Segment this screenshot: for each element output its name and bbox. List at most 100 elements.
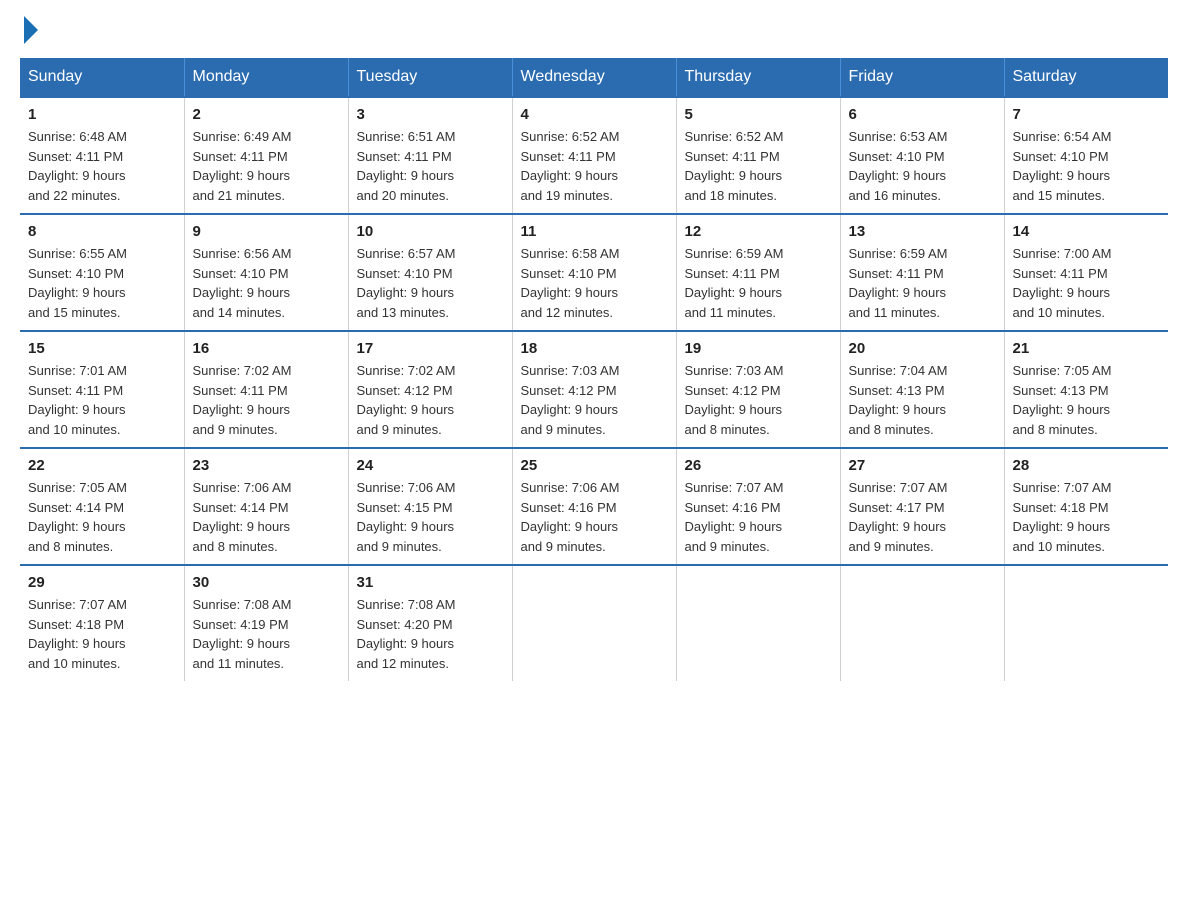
day-cell: 28 Sunrise: 7:07 AM Sunset: 4:18 PM Dayl… xyxy=(1004,448,1168,565)
day-cell: 22 Sunrise: 7:05 AM Sunset: 4:14 PM Dayl… xyxy=(20,448,184,565)
day-info: Sunrise: 7:07 AM Sunset: 4:16 PM Dayligh… xyxy=(685,478,832,556)
day-info: Sunrise: 6:48 AM Sunset: 4:11 PM Dayligh… xyxy=(28,127,176,205)
day-info: Sunrise: 7:05 AM Sunset: 4:13 PM Dayligh… xyxy=(1013,361,1161,439)
day-cell: 9 Sunrise: 6:56 AM Sunset: 4:10 PM Dayli… xyxy=(184,214,348,331)
day-number: 30 xyxy=(193,574,340,591)
day-number: 31 xyxy=(357,574,504,591)
day-number: 19 xyxy=(685,340,832,357)
day-number: 8 xyxy=(28,223,176,240)
day-info: Sunrise: 6:58 AM Sunset: 4:10 PM Dayligh… xyxy=(521,244,668,322)
day-number: 9 xyxy=(193,223,340,240)
day-number: 1 xyxy=(28,106,176,123)
day-info: Sunrise: 6:54 AM Sunset: 4:10 PM Dayligh… xyxy=(1013,127,1161,205)
day-number: 16 xyxy=(193,340,340,357)
day-info: Sunrise: 7:00 AM Sunset: 4:11 PM Dayligh… xyxy=(1013,244,1161,322)
day-info: Sunrise: 7:02 AM Sunset: 4:12 PM Dayligh… xyxy=(357,361,504,439)
day-info: Sunrise: 7:03 AM Sunset: 4:12 PM Dayligh… xyxy=(685,361,832,439)
day-number: 6 xyxy=(849,106,996,123)
week-row-5: 29 Sunrise: 7:07 AM Sunset: 4:18 PM Dayl… xyxy=(20,565,1168,681)
day-cell xyxy=(676,565,840,681)
day-number: 2 xyxy=(193,106,340,123)
day-info: Sunrise: 7:06 AM Sunset: 4:14 PM Dayligh… xyxy=(193,478,340,556)
day-number: 13 xyxy=(849,223,996,240)
calendar-table: SundayMondayTuesdayWednesdayThursdayFrid… xyxy=(20,58,1168,681)
day-cell xyxy=(840,565,1004,681)
day-number: 20 xyxy=(849,340,996,357)
header-thursday: Thursday xyxy=(676,58,840,97)
logo xyxy=(20,20,38,38)
day-cell: 10 Sunrise: 6:57 AM Sunset: 4:10 PM Dayl… xyxy=(348,214,512,331)
day-cell: 7 Sunrise: 6:54 AM Sunset: 4:10 PM Dayli… xyxy=(1004,97,1168,214)
day-info: Sunrise: 6:59 AM Sunset: 4:11 PM Dayligh… xyxy=(685,244,832,322)
day-number: 26 xyxy=(685,457,832,474)
day-number: 22 xyxy=(28,457,176,474)
day-cell: 24 Sunrise: 7:06 AM Sunset: 4:15 PM Dayl… xyxy=(348,448,512,565)
day-number: 7 xyxy=(1013,106,1161,123)
day-cell: 27 Sunrise: 7:07 AM Sunset: 4:17 PM Dayl… xyxy=(840,448,1004,565)
day-cell: 17 Sunrise: 7:02 AM Sunset: 4:12 PM Dayl… xyxy=(348,331,512,448)
day-info: Sunrise: 7:05 AM Sunset: 4:14 PM Dayligh… xyxy=(28,478,176,556)
day-info: Sunrise: 7:07 AM Sunset: 4:18 PM Dayligh… xyxy=(1013,478,1161,556)
logo-general xyxy=(20,20,38,44)
calendar-header-row: SundayMondayTuesdayWednesdayThursdayFrid… xyxy=(20,58,1168,97)
header-friday: Friday xyxy=(840,58,1004,97)
logo-arrow-icon xyxy=(24,16,38,44)
day-info: Sunrise: 6:52 AM Sunset: 4:11 PM Dayligh… xyxy=(685,127,832,205)
day-info: Sunrise: 7:08 AM Sunset: 4:20 PM Dayligh… xyxy=(357,595,504,673)
day-cell: 6 Sunrise: 6:53 AM Sunset: 4:10 PM Dayli… xyxy=(840,97,1004,214)
day-cell: 12 Sunrise: 6:59 AM Sunset: 4:11 PM Dayl… xyxy=(676,214,840,331)
week-row-2: 8 Sunrise: 6:55 AM Sunset: 4:10 PM Dayli… xyxy=(20,214,1168,331)
page-header xyxy=(20,20,1168,38)
header-saturday: Saturday xyxy=(1004,58,1168,97)
day-number: 21 xyxy=(1013,340,1161,357)
header-sunday: Sunday xyxy=(20,58,184,97)
day-number: 5 xyxy=(685,106,832,123)
day-info: Sunrise: 6:55 AM Sunset: 4:10 PM Dayligh… xyxy=(28,244,176,322)
day-cell: 31 Sunrise: 7:08 AM Sunset: 4:20 PM Dayl… xyxy=(348,565,512,681)
day-info: Sunrise: 6:57 AM Sunset: 4:10 PM Dayligh… xyxy=(357,244,504,322)
day-cell: 29 Sunrise: 7:07 AM Sunset: 4:18 PM Dayl… xyxy=(20,565,184,681)
day-cell: 14 Sunrise: 7:00 AM Sunset: 4:11 PM Dayl… xyxy=(1004,214,1168,331)
day-info: Sunrise: 7:06 AM Sunset: 4:16 PM Dayligh… xyxy=(521,478,668,556)
day-info: Sunrise: 7:07 AM Sunset: 4:17 PM Dayligh… xyxy=(849,478,996,556)
day-cell: 26 Sunrise: 7:07 AM Sunset: 4:16 PM Dayl… xyxy=(676,448,840,565)
week-row-1: 1 Sunrise: 6:48 AM Sunset: 4:11 PM Dayli… xyxy=(20,97,1168,214)
day-cell: 16 Sunrise: 7:02 AM Sunset: 4:11 PM Dayl… xyxy=(184,331,348,448)
day-number: 23 xyxy=(193,457,340,474)
day-cell: 1 Sunrise: 6:48 AM Sunset: 4:11 PM Dayli… xyxy=(20,97,184,214)
day-cell: 4 Sunrise: 6:52 AM Sunset: 4:11 PM Dayli… xyxy=(512,97,676,214)
day-cell: 2 Sunrise: 6:49 AM Sunset: 4:11 PM Dayli… xyxy=(184,97,348,214)
day-cell: 18 Sunrise: 7:03 AM Sunset: 4:12 PM Dayl… xyxy=(512,331,676,448)
day-number: 24 xyxy=(357,457,504,474)
day-info: Sunrise: 7:04 AM Sunset: 4:13 PM Dayligh… xyxy=(849,361,996,439)
day-info: Sunrise: 7:01 AM Sunset: 4:11 PM Dayligh… xyxy=(28,361,176,439)
day-cell: 20 Sunrise: 7:04 AM Sunset: 4:13 PM Dayl… xyxy=(840,331,1004,448)
day-number: 27 xyxy=(849,457,996,474)
day-cell xyxy=(1004,565,1168,681)
day-number: 28 xyxy=(1013,457,1161,474)
day-info: Sunrise: 7:02 AM Sunset: 4:11 PM Dayligh… xyxy=(193,361,340,439)
day-info: Sunrise: 6:51 AM Sunset: 4:11 PM Dayligh… xyxy=(357,127,504,205)
day-number: 18 xyxy=(521,340,668,357)
day-cell: 23 Sunrise: 7:06 AM Sunset: 4:14 PM Dayl… xyxy=(184,448,348,565)
day-number: 11 xyxy=(521,223,668,240)
day-info: Sunrise: 6:53 AM Sunset: 4:10 PM Dayligh… xyxy=(849,127,996,205)
day-cell: 11 Sunrise: 6:58 AM Sunset: 4:10 PM Dayl… xyxy=(512,214,676,331)
day-cell: 30 Sunrise: 7:08 AM Sunset: 4:19 PM Dayl… xyxy=(184,565,348,681)
day-info: Sunrise: 7:08 AM Sunset: 4:19 PM Dayligh… xyxy=(193,595,340,673)
day-info: Sunrise: 6:59 AM Sunset: 4:11 PM Dayligh… xyxy=(849,244,996,322)
day-info: Sunrise: 7:03 AM Sunset: 4:12 PM Dayligh… xyxy=(521,361,668,439)
day-number: 25 xyxy=(521,457,668,474)
day-number: 3 xyxy=(357,106,504,123)
day-info: Sunrise: 6:49 AM Sunset: 4:11 PM Dayligh… xyxy=(193,127,340,205)
day-cell: 25 Sunrise: 7:06 AM Sunset: 4:16 PM Dayl… xyxy=(512,448,676,565)
day-cell: 13 Sunrise: 6:59 AM Sunset: 4:11 PM Dayl… xyxy=(840,214,1004,331)
day-number: 12 xyxy=(685,223,832,240)
day-info: Sunrise: 7:07 AM Sunset: 4:18 PM Dayligh… xyxy=(28,595,176,673)
day-cell: 21 Sunrise: 7:05 AM Sunset: 4:13 PM Dayl… xyxy=(1004,331,1168,448)
day-info: Sunrise: 6:52 AM Sunset: 4:11 PM Dayligh… xyxy=(521,127,668,205)
header-monday: Monday xyxy=(184,58,348,97)
day-cell: 8 Sunrise: 6:55 AM Sunset: 4:10 PM Dayli… xyxy=(20,214,184,331)
day-cell: 15 Sunrise: 7:01 AM Sunset: 4:11 PM Dayl… xyxy=(20,331,184,448)
header-tuesday: Tuesday xyxy=(348,58,512,97)
